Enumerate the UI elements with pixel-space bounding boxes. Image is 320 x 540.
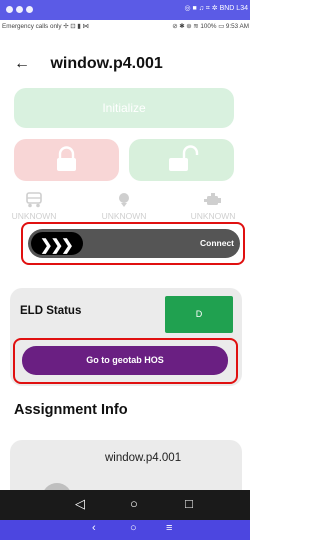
back-arrow-icon[interactable]: ← — [14, 55, 30, 72]
window-close-dot[interactable] — [6, 6, 13, 13]
assigned-vehicle-name: window.p4.001 — [105, 452, 182, 464]
host-bottom-bar — [0, 520, 250, 540]
nav-recent-icon[interactable]: □ — [185, 496, 193, 511]
status-item-engine: UNKNOWN — [183, 192, 243, 221]
unlock-button[interactable] — [129, 139, 234, 181]
assignment-info-title: Assignment Info — [14, 402, 128, 418]
status-right-text: ⊘ ✱ ⊛ ≋ 100% ▭ 9:53 AM — [172, 23, 249, 30]
status-left-text: Emergency calls only ✢ ⊡ ▮ ⋈ — [2, 23, 89, 30]
status-item-label: UNKNOWN — [101, 211, 147, 221]
nav-back-icon[interactable]: ◁ — [75, 496, 85, 512]
host-home-icon[interactable]: ○ — [130, 522, 137, 534]
window-minimize-dot[interactable] — [16, 6, 23, 13]
status-item-label: UNKNOWN — [190, 211, 236, 221]
android-nav-bar — [0, 490, 250, 520]
status-item-truck: UNKNOWN — [4, 192, 64, 221]
page-title: window.p4.001 — [50, 55, 163, 72]
lock-icon — [57, 146, 76, 171]
signal-icon — [119, 193, 129, 207]
status-bar: Emergency calls only ✢ ⊡ ▮ ⋈ ⊘ ✱ ⊛ ≋ 100… — [0, 20, 250, 33]
eld-status-title: ELD Status — [20, 305, 82, 317]
unlock-icon — [169, 145, 199, 171]
status-item-signal: UNKNOWN — [94, 192, 154, 221]
engine-icon — [204, 193, 221, 205]
host-menu-icon[interactable]: ≡ — [166, 522, 172, 534]
initialize-button[interactable]: Initialize — [14, 88, 234, 128]
window-maximize-dot[interactable] — [26, 6, 33, 13]
eld-status-badge[interactable]: D — [165, 296, 233, 333]
highlight-box-connect — [21, 222, 245, 265]
lock-button[interactable] — [14, 139, 119, 181]
host-back-icon[interactable]: ‹ — [92, 522, 96, 534]
host-status-text: ◎ ■ ♫ ⌗ ✲ BND L34 — [184, 5, 248, 12]
page-header: ← window.p4.001 — [14, 55, 163, 75]
truck-icon — [26, 192, 42, 208]
highlight-box-geotab — [13, 338, 238, 384]
status-item-label: UNKNOWN — [11, 211, 57, 221]
nav-home-icon[interactable]: ○ — [130, 496, 138, 511]
